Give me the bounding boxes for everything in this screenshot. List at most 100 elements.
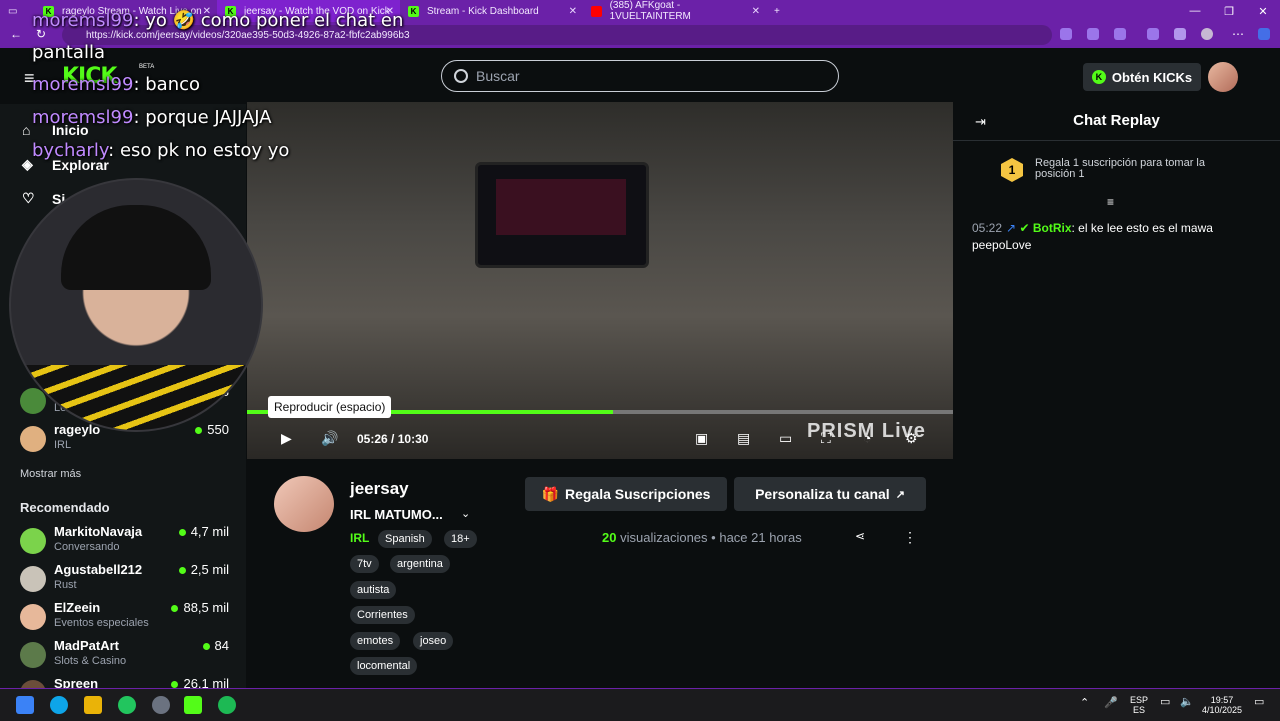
tag[interactable]: 7tv	[350, 555, 379, 573]
cast-icon[interactable]: ▤	[737, 430, 750, 447]
show-hidden-icons[interactable]: ⌃	[1080, 698, 1089, 709]
verified-badge-icon: ✔	[1019, 221, 1030, 235]
overlay-chat-line: moremsl99: porque JAJJAJA	[32, 107, 272, 128]
customize-channel-button[interactable]: Personaliza tu canal ↗	[734, 477, 926, 511]
kick-icon: K	[408, 5, 419, 17]
chat-message: 05:22 ↗ ✔ BotRix: el ke lee esto es el ma…	[972, 221, 1213, 252]
live-dot-icon	[202, 643, 210, 651]
extension-icon[interactable]	[1114, 28, 1126, 40]
tag[interactable]: Corrientes	[350, 606, 415, 624]
youtube-icon	[591, 5, 602, 17]
live-dot-icon	[178, 529, 186, 537]
avatar	[20, 680, 46, 688]
stream-title: IRL MATUMO...	[350, 507, 443, 522]
browser-tab-4[interactable]: (385) AFKgoat - 1VUELTAINTERM ✕	[583, 0, 766, 22]
plus-icon: +	[774, 5, 780, 17]
moderator-badge-icon: ↗	[1006, 221, 1017, 235]
play-tooltip: Reproducir (espacio)	[268, 396, 392, 418]
chat-title: Chat Replay	[1073, 112, 1160, 129]
search-input[interactable]: Buscar	[441, 60, 839, 92]
sidebar-channel-agustabell212[interactable]: Agustabell212 Rust 2,5 mil	[20, 562, 232, 598]
extension-icon[interactable]	[1147, 28, 1159, 40]
profile-icon[interactable]	[1201, 28, 1213, 40]
kicks-icon: K	[1091, 70, 1106, 84]
show-more-link[interactable]: Mostrar más	[20, 468, 81, 480]
browser-tab-3[interactable]: K Stream - Kick Dashboard ✕	[400, 0, 583, 22]
extension-icon[interactable]	[1060, 28, 1072, 40]
edge-icon[interactable]	[50, 696, 68, 714]
volume-icon[interactable]: 🔊	[321, 430, 338, 447]
gift-icon: 🎁	[541, 485, 559, 502]
time-display: 05:26 / 10:30	[357, 432, 429, 446]
maximize-icon[interactable]: ❐	[1212, 5, 1246, 18]
user-avatar[interactable]	[1208, 62, 1238, 92]
play-icon[interactable]: ▶	[281, 430, 292, 447]
sidebar-channel-markitonavaja[interactable]: MarkitoNavaja Conversando 4,7 mil	[20, 524, 232, 560]
notifications-icon[interactable]: ▭	[1254, 697, 1264, 708]
sidebar-channel-madpatart[interactable]: MadPatArt Slots & Casino 84	[20, 638, 232, 674]
more-options-icon[interactable]: ⋮	[903, 529, 917, 546]
close-icon[interactable]: ✕	[569, 6, 577, 17]
settings-gear-icon[interactable]: ⚙	[905, 430, 918, 447]
tag[interactable]: argentina	[390, 555, 450, 573]
tag[interactable]: autista	[350, 581, 397, 599]
chevron-down-icon[interactable]: ⌄	[461, 507, 470, 520]
tag[interactable]: locomental	[350, 657, 418, 675]
tab-actions-button[interactable]: ▭	[0, 0, 35, 22]
rank-badge-icon: 1	[1001, 158, 1023, 182]
avatar	[20, 566, 46, 592]
tag[interactable]: 18+	[444, 530, 477, 548]
external-link-icon: ↗	[895, 488, 905, 501]
close-window-icon[interactable]: ✕	[1246, 5, 1280, 18]
share-icon[interactable]: ⋖	[855, 529, 865, 543]
webcam-overlay	[9, 178, 263, 432]
kick-app-icon[interactable]	[184, 696, 202, 714]
new-tab-button[interactable]: +	[766, 0, 796, 22]
sidebar-channel-elzeein[interactable]: ElZeein Eventos especiales 88,5 mil	[20, 600, 232, 636]
gift-subscriptions-button[interactable]: 🎁 Regala Suscripciones	[525, 477, 727, 511]
avatar	[20, 528, 46, 554]
pip-icon[interactable]: ▣	[695, 430, 708, 447]
language-indicator[interactable]: ESP ES	[1130, 695, 1148, 715]
windows-start-icon[interactable]	[16, 696, 34, 714]
sidebar-channel-spreen[interactable]: Spreen 26,1 mil	[20, 676, 232, 688]
tab-list-icon: ▭	[8, 5, 18, 17]
streamer-avatar[interactable]	[274, 476, 334, 532]
whatsapp-icon[interactable]	[118, 696, 136, 714]
spotify-icon[interactable]	[218, 696, 236, 714]
get-kicks-button[interactable]: K Obtén KICKs	[1083, 63, 1201, 91]
copilot-icon[interactable]	[1258, 28, 1270, 40]
network-icon[interactable]: ▭	[1160, 697, 1170, 708]
back-icon[interactable]: ←	[10, 27, 22, 41]
divider	[953, 140, 1280, 141]
close-icon[interactable]: ✕	[752, 6, 760, 17]
recommended-heading: Recomendado	[20, 500, 110, 515]
chat-username[interactable]: BotRix	[1033, 221, 1072, 235]
speaker-icon[interactable]: 🔈	[1180, 697, 1194, 708]
theater-mode-icon[interactable]: ▭	[779, 430, 792, 447]
clip-icon[interactable]: ◔	[863, 430, 871, 446]
tag[interactable]: Spanish	[378, 530, 432, 548]
file-explorer-icon[interactable]	[84, 696, 102, 714]
avatar	[20, 642, 46, 668]
expand-leaderboard-icon[interactable]: ≡	[1107, 195, 1114, 209]
category-link[interactable]: IRL	[350, 531, 369, 545]
chat-panel: ⇥ Chat Replay 1 Regala 1 suscripción par…	[953, 102, 1280, 688]
overlay-chat-line: pantalla	[32, 42, 105, 63]
fullscreen-icon[interactable]: ⛶	[821, 430, 831, 447]
live-dot-icon	[178, 567, 186, 575]
favorites-icon[interactable]	[1174, 28, 1186, 40]
streamer-name[interactable]: jeersay	[350, 479, 409, 499]
menu-dots-icon[interactable]: ⋯	[1232, 27, 1244, 41]
avatar	[20, 604, 46, 630]
beta-label: BETA	[139, 64, 155, 70]
microphone-icon[interactable]: 🎤	[1104, 698, 1118, 709]
minimize-icon[interactable]: —	[1178, 5, 1212, 17]
obs-icon[interactable]	[152, 696, 170, 714]
extension-icon[interactable]	[1087, 28, 1099, 40]
clock[interactable]: 19:57 4/10/2025	[1202, 695, 1242, 715]
tag[interactable]: emotes	[350, 632, 401, 650]
bandana-cap	[61, 205, 211, 290]
tag[interactable]: joseo	[413, 632, 454, 650]
video-frame-car-screen	[475, 162, 649, 268]
